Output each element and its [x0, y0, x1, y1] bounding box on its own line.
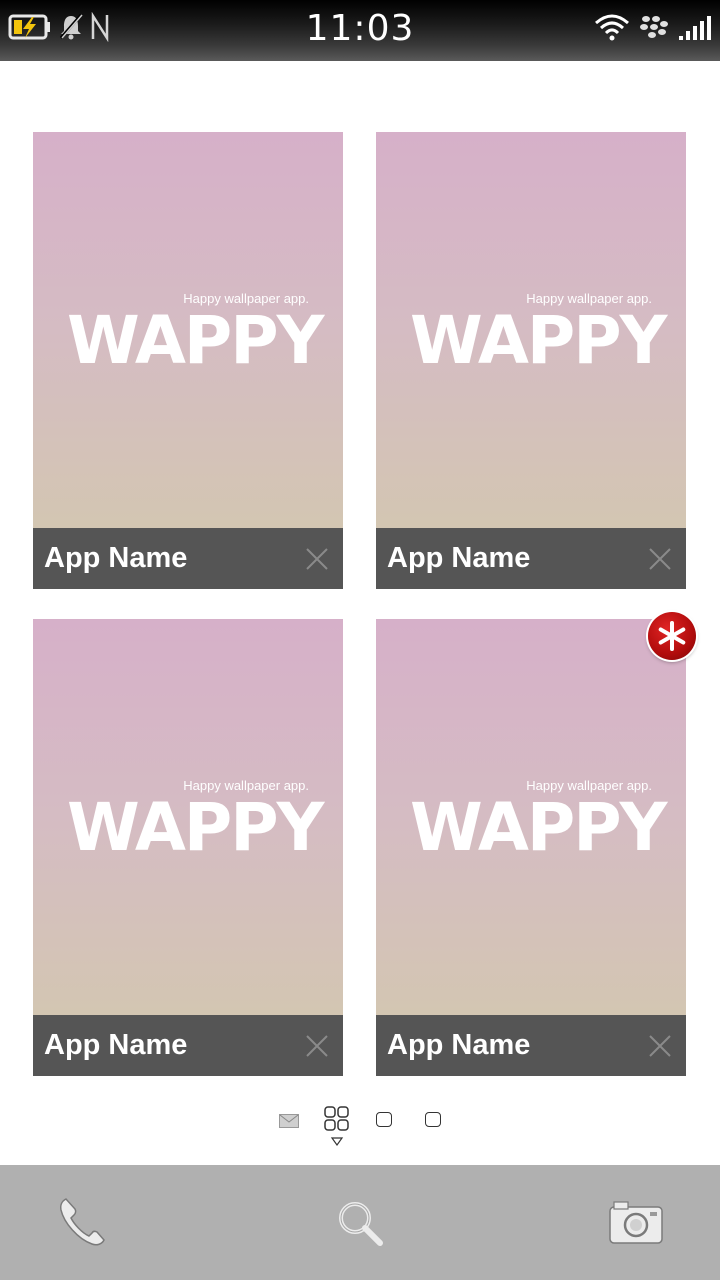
card-footer: App Name: [33, 528, 343, 589]
card-footer: App Name: [376, 528, 686, 589]
status-right-icons: [594, 12, 714, 46]
active-frame-card-1[interactable]: Happy wallpaper app. WAPPY App Name: [33, 132, 343, 589]
close-icon[interactable]: [648, 1034, 672, 1058]
wifi-icon: [594, 12, 630, 46]
camera-icon[interactable]: [606, 1193, 666, 1253]
active-frame-card-2[interactable]: Happy wallpaper app. WAPPY App Name: [376, 132, 686, 589]
close-icon[interactable]: [305, 547, 329, 571]
app-logo: WAPPY: [67, 302, 324, 379]
app-grid-icon[interactable]: [323, 1105, 351, 1151]
page-icon[interactable]: [425, 1112, 441, 1127]
app-logo: WAPPY: [67, 789, 324, 866]
phone-icon[interactable]: [52, 1193, 112, 1253]
app-name-label: App Name: [44, 542, 188, 574]
app-logo: WAPPY: [410, 789, 667, 866]
app-preview[interactable]: Happy wallpaper app. WAPPY: [376, 132, 686, 528]
status-bar[interactable]: 11:03: [0, 0, 720, 61]
app-preview[interactable]: Happy wallpaper app. WAPPY: [33, 619, 343, 1015]
close-icon[interactable]: [305, 1034, 329, 1058]
dock: [0, 1165, 720, 1280]
app-name-label: App Name: [387, 542, 531, 574]
app-logo: WAPPY: [410, 302, 667, 379]
page-indicator: [0, 1105, 720, 1149]
hub-icon[interactable]: [279, 1113, 299, 1132]
card-footer: App Name: [376, 1015, 686, 1076]
app-name-label: App Name: [44, 1029, 188, 1061]
active-frame-card-4[interactable]: Happy wallpaper app. WAPPY App Name: [376, 619, 686, 1076]
app-preview[interactable]: Happy wallpaper app. WAPPY: [33, 132, 343, 528]
signal-icon: [678, 12, 714, 46]
search-icon[interactable]: [330, 1193, 390, 1253]
app-name-label: App Name: [387, 1029, 531, 1061]
close-icon[interactable]: [648, 547, 672, 571]
app-preview[interactable]: Happy wallpaper app. WAPPY: [376, 619, 686, 1015]
page-icon[interactable]: [376, 1112, 392, 1127]
active-frame-card-3[interactable]: Happy wallpaper app. WAPPY App Name: [33, 619, 343, 1076]
card-footer: App Name: [33, 1015, 343, 1076]
blackberry-icon: [640, 14, 668, 44]
asterisk-badge-icon: [648, 612, 696, 660]
